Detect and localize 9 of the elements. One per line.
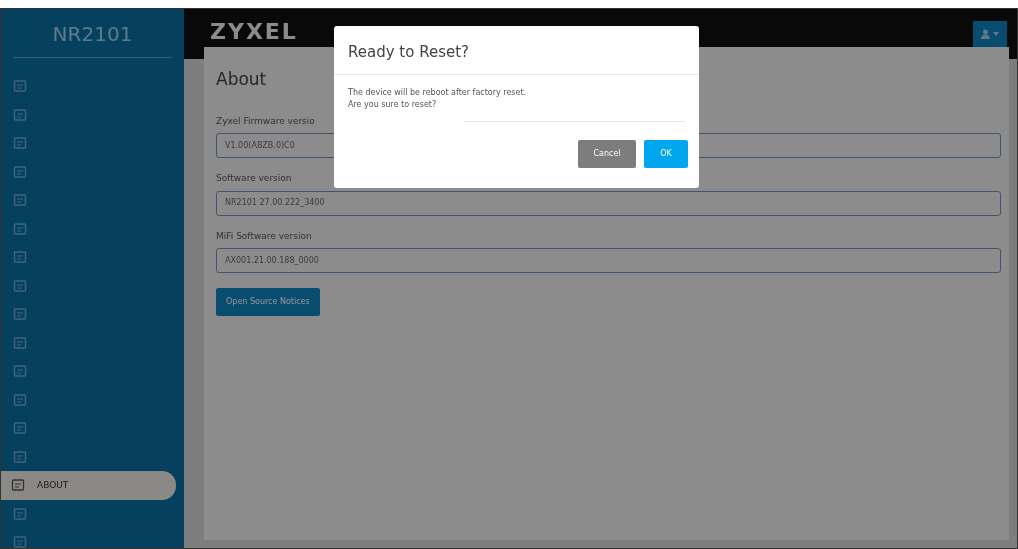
dialog-message: The device will be reboot after factory reset.: [348, 86, 528, 99]
field-label: Zyxel Firmware versio: [216, 114, 315, 128]
dialog-title: Ready to Reset?: [334, 26, 699, 75]
field-label: MiFi Software version: [216, 229, 312, 243]
device-name: NR2101: [13, 9, 172, 58]
logo: ZYXEL: [210, 18, 298, 46]
field-label: Software version: [216, 172, 292, 185]
dialog-message: Are you sure to reset?: [348, 98, 438, 111]
page-title: About: [216, 68, 267, 91]
